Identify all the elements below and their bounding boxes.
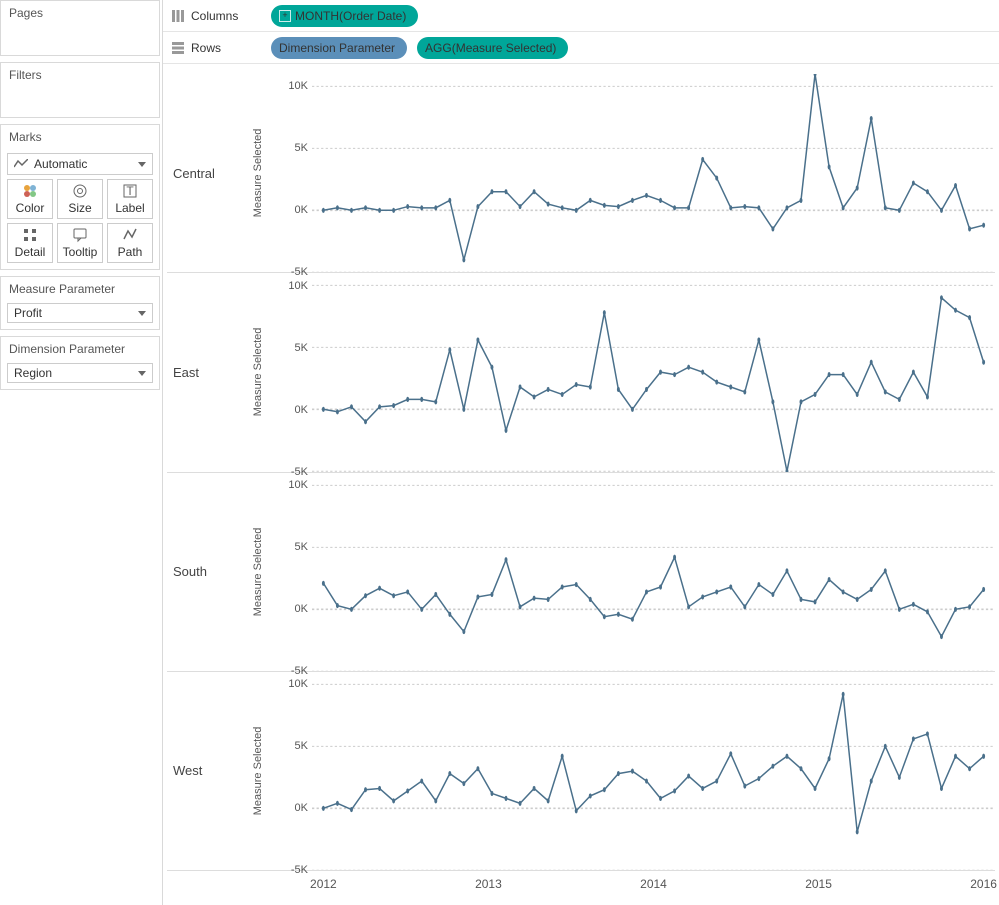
row-label: West [167,672,252,870]
y-tick: -5K [291,864,308,876]
y-tick: 5K [295,142,308,154]
y-tick: 10K [288,80,308,92]
x-tick: 2016 [970,877,997,891]
y-tick: 0K [295,404,308,416]
rows-pill-dimension[interactable]: Dimension Parameter [271,37,407,59]
y-tick: 0K [295,603,308,615]
marks-title: Marks [1,125,159,149]
measure-parameter-dropdown[interactable]: Profit [7,303,153,323]
x-tick: 2014 [640,877,667,891]
plot-area[interactable] [312,473,995,671]
y-tick: 0K [295,802,308,814]
filters-title: Filters [1,63,159,87]
chart-row-west: WestMeasure Selected-5K0K5K10K [167,672,995,871]
plot-area[interactable] [312,672,995,870]
dimension-parameter-dropdown[interactable]: Region [7,363,153,383]
marks-size-button[interactable]: Size [57,179,103,219]
size-icon [72,183,88,199]
x-tick: 2013 [475,877,502,891]
marks-color-label: Color [16,201,45,215]
color-icon [22,183,38,199]
columns-pill-label: MONTH(Order Date) [295,9,406,23]
columns-icon [171,9,185,23]
columns-shelf-label: Columns [191,9,238,23]
marks-type-dropdown[interactable]: Automatic [7,153,153,175]
dimension-parameter-value: Region [14,366,52,380]
row-label: East [167,273,252,471]
chevron-down-icon [138,371,146,376]
expand-icon: + [279,10,291,22]
path-icon [122,227,138,243]
y-axis-label: Measure Selected [252,473,268,671]
row-label: Central [167,74,252,272]
y-axis-label: Measure Selected [252,273,268,471]
marks-label-button[interactable]: T Label [107,179,153,219]
chart-row-central: CentralMeasure Selected-5K0K5K10K [167,74,995,273]
y-tick: 5K [295,541,308,553]
marks-tooltip-label: Tooltip [63,245,98,259]
rows-icon [171,41,185,55]
marks-path-label: Path [118,245,143,259]
y-tick: 10K [288,280,308,292]
pages-shelf[interactable]: Pages [0,0,160,56]
filters-shelf[interactable]: Filters [0,62,160,118]
y-tick: 10K [288,678,308,690]
columns-shelf[interactable]: Columns + MONTH(Order Date) [163,0,999,32]
y-tick: 0K [295,204,308,216]
marks-color-button[interactable]: Color [7,179,53,219]
rows-shelf[interactable]: Rows Dimension Parameter AGG(Measure Sel… [163,32,999,64]
line-chart-icon [14,159,28,169]
dimension-parameter-title: Dimension Parameter [1,337,159,361]
chart-row-south: SouthMeasure Selected-5K0K5K10K [167,473,995,672]
marks-size-label: Size [68,201,91,215]
marks-detail-label: Detail [15,245,46,259]
tooltip-icon [72,227,88,243]
chart-row-east: EastMeasure Selected-5K0K5K10K [167,273,995,472]
plot-area[interactable] [312,273,995,471]
x-tick: 2015 [805,877,832,891]
columns-pill-month[interactable]: + MONTH(Order Date) [271,5,418,27]
y-tick: 5K [295,342,308,354]
plot-area[interactable] [312,74,995,272]
svg-text:T: T [126,184,134,198]
measure-parameter-value: Profit [14,306,42,320]
marks-type-label: Automatic [34,157,87,171]
label-icon: T [122,183,138,199]
marks-card: Marks Automatic Color Size T Label [0,124,160,270]
y-tick: 5K [295,740,308,752]
rows-shelf-label: Rows [191,41,221,55]
rows-pill-measure-label: AGG(Measure Selected) [425,41,556,55]
x-tick: 2012 [310,877,337,891]
dimension-parameter-card: Dimension Parameter Region [0,336,160,390]
marks-detail-button[interactable]: Detail [7,223,53,263]
rows-pill-dimension-label: Dimension Parameter [279,41,395,55]
marks-tooltip-button[interactable]: Tooltip [57,223,103,263]
marks-path-button[interactable]: Path [107,223,153,263]
detail-icon [22,227,38,243]
row-label: South [167,473,252,671]
chevron-down-icon [138,162,146,167]
y-tick: 10K [288,479,308,491]
chevron-down-icon [138,311,146,316]
viz-area[interactable]: CentralMeasure Selected-5K0K5K10KEastMea… [163,64,999,905]
marks-label-label: Label [115,201,144,215]
measure-parameter-card: Measure Parameter Profit [0,276,160,330]
pages-title: Pages [1,1,159,25]
x-axis: 2012 2013 2014 2015 2016 [312,871,995,901]
y-axis-label: Measure Selected [252,672,268,870]
rows-pill-measure[interactable]: AGG(Measure Selected) [417,37,568,59]
measure-parameter-title: Measure Parameter [1,277,159,301]
y-axis-label: Measure Selected [252,74,268,272]
